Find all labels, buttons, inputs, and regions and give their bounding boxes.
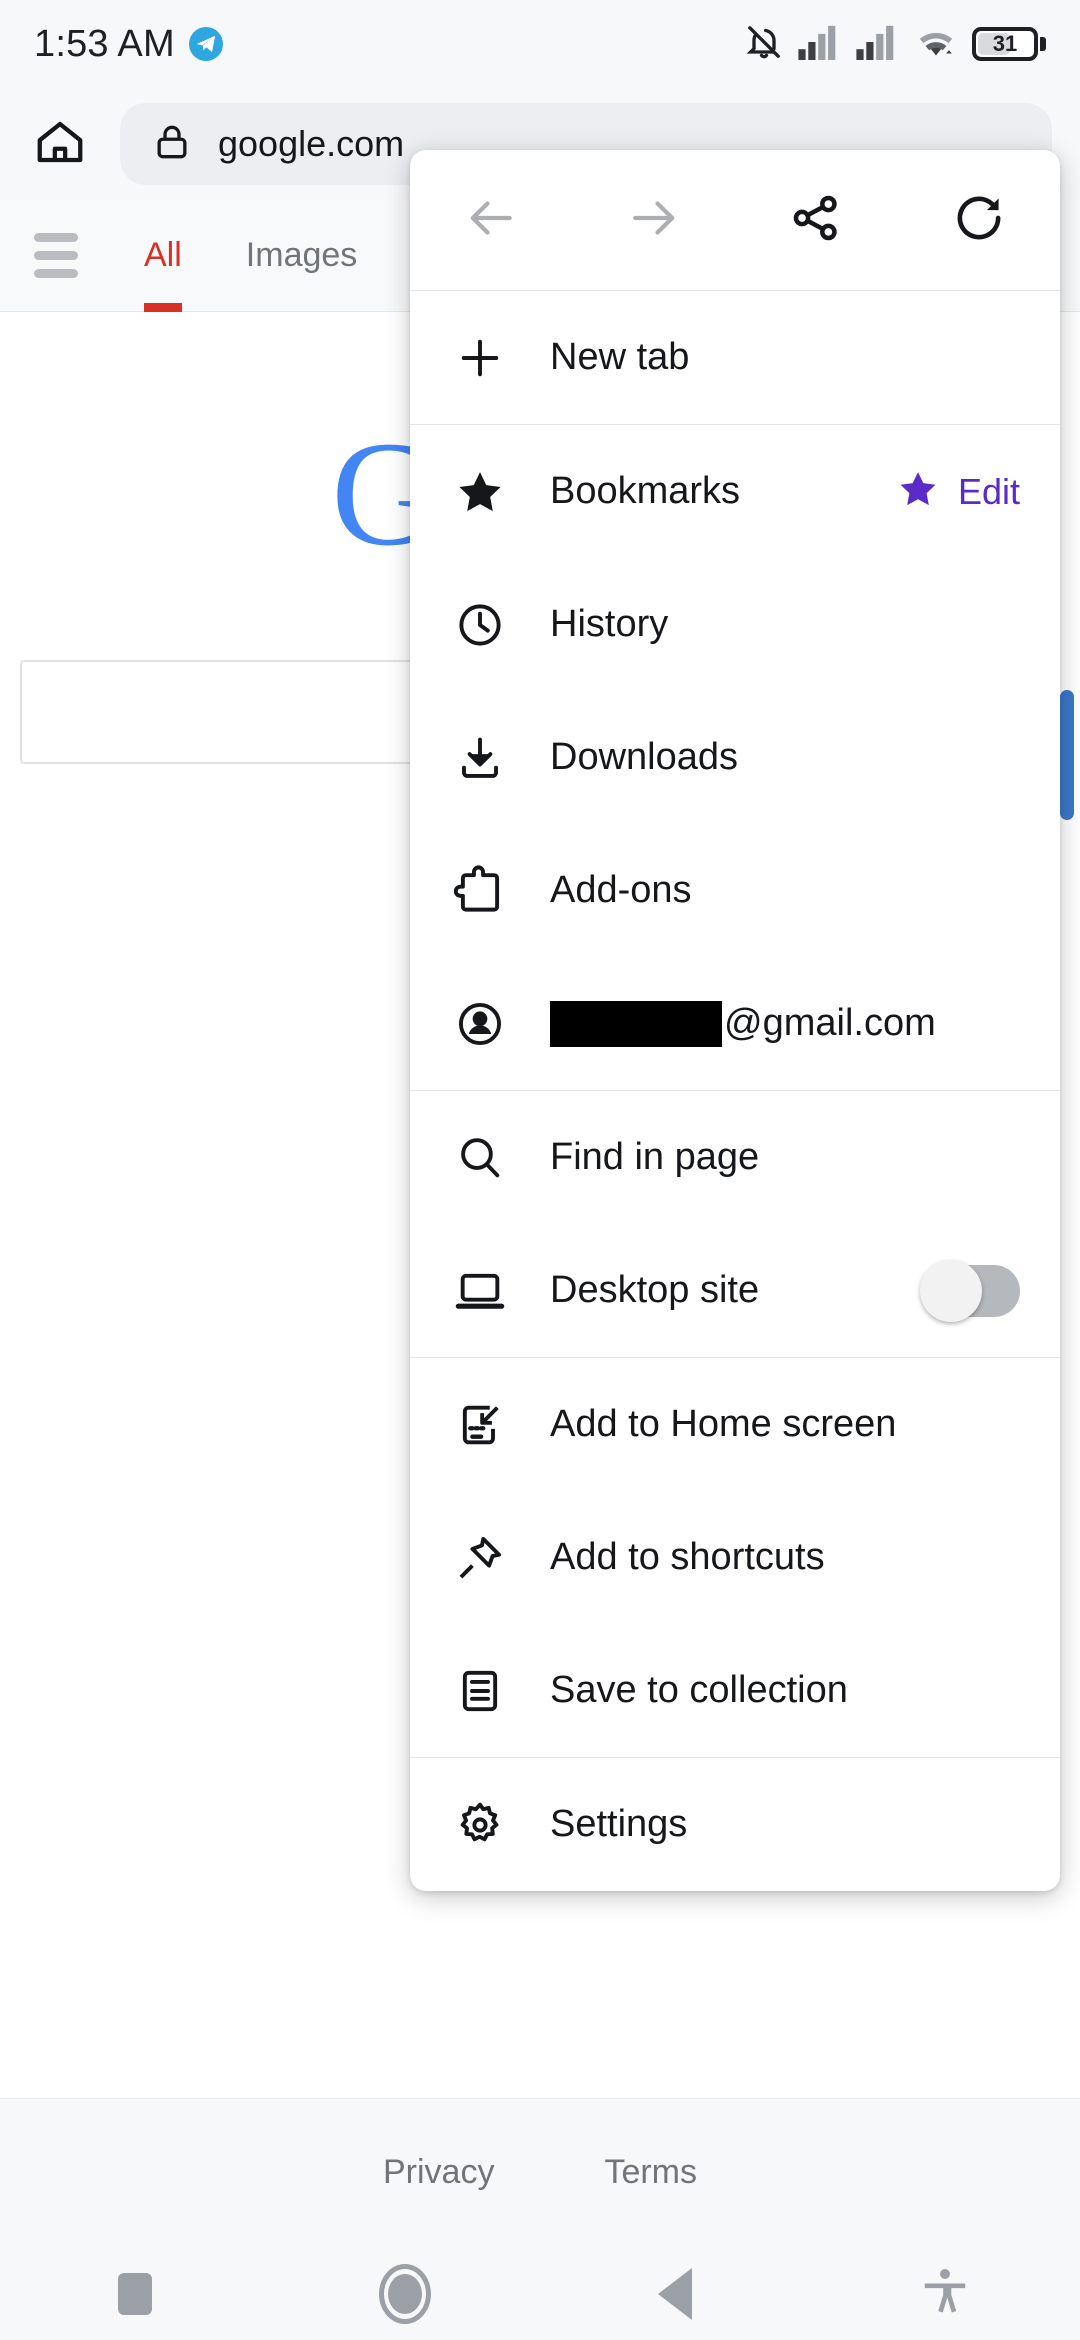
home-nav-button[interactable] [270,2264,540,2324]
menu-item-add-to-shortcuts-label: Add to shortcuts [550,1536,825,1578]
menu-item-desktop-site-label: Desktop site [550,1269,760,1311]
telegram-icon [188,27,223,61]
menu-item-downloads-label: Downloads [550,736,738,778]
menu-item-add-to-shortcuts[interactable]: Add to shortcuts [410,1491,1060,1624]
share-button[interactable] [735,191,898,250]
menu-item-downloads[interactable]: Downloads [410,691,1060,824]
menu-item-add-to-home-screen[interactable]: Add to Home screen [410,1358,1060,1491]
menu-item-account[interactable]: @gmail.com [410,957,1060,1090]
menu-section-library: Bookmarks Edit History Downloads Add-ons… [410,424,1060,1090]
menu-section-new-tab: New tab [410,290,1060,424]
menu-item-addons[interactable]: Add-ons [410,824,1060,957]
menu-item-settings-label: Settings [550,1803,688,1845]
footer-link-terms[interactable]: Terms [604,2153,697,2192]
menu-item-settings[interactable]: Settings [410,1758,1060,1891]
back-triangle-icon [658,2268,692,2320]
share-icon [789,191,843,250]
forward-button[interactable] [573,190,736,251]
battery-level-text: 31 [992,31,1018,56]
tab-images[interactable]: Images [214,200,390,312]
status-bar-right: 31 [744,22,1046,67]
reload-icon [951,190,1007,251]
add-to-home-screen-icon [454,1399,550,1451]
menu-item-add-to-home-screen-label: Add to Home screen [550,1403,897,1445]
menu-item-new-tab[interactable]: New tab [410,291,1060,424]
url-text: google.com [218,123,405,164]
bookmarks-edit-label: Edit [957,470,1020,512]
status-clock: 1:53 AM [34,22,175,65]
back-nav-button[interactable] [540,2268,810,2320]
lock-icon [150,120,194,169]
home-circle-icon [379,2264,431,2324]
signal-bars-icon [856,24,900,65]
desktop-site-toggle[interactable] [920,1259,1020,1322]
download-icon [454,732,550,784]
recents-button[interactable] [0,2273,270,2315]
reload-button[interactable] [898,190,1061,251]
tab-all-label: All [144,236,182,274]
menu-item-desktop-site[interactable]: Desktop site [410,1224,1060,1357]
menu-item-find-in-page[interactable]: Find in page [410,1091,1060,1224]
menu-item-save-to-collection-label: Save to collection [550,1669,848,1711]
clock-icon [454,599,550,651]
accessibility-icon [918,2265,972,2324]
hamburger-menu-icon[interactable] [0,233,112,278]
home-button[interactable] [0,115,120,174]
google-footer: Privacy Terms [0,2098,1080,2248]
search-icon [454,1132,550,1184]
status-bar-left: 1:53 AM [34,23,223,66]
bell-muted-icon [744,22,784,67]
puzzle-piece-icon [454,865,550,917]
signal-bars-icon [798,24,842,65]
menu-section-save: Add to Home screen Add to shortcuts Save… [410,1357,1060,1757]
collection-icon [454,1665,550,1717]
bookmarks-edit-button[interactable]: Edit [896,467,1060,516]
account-email-suffix: @gmail.com [724,1002,936,1044]
home-icon [33,115,87,174]
forward-arrow-icon [626,190,682,251]
account-circle-icon [454,998,550,1050]
star-icon [454,466,550,518]
status-bar: 1:53 AM 31 [0,0,1080,88]
menu-item-bookmarks-label: Bookmarks [550,470,741,512]
footer-link-privacy[interactable]: Privacy [383,2153,494,2192]
redacted-username-bar [550,1000,722,1047]
android-navigation-bar [0,2248,1080,2340]
tab-all[interactable]: All [112,200,214,312]
wifi-icon [914,24,958,65]
menu-navigation-row [410,150,1060,290]
menu-item-addons-label: Add-ons [550,869,692,911]
menu-section-page-tools: Find in page Desktop site [410,1090,1060,1357]
pin-icon [454,1532,550,1584]
menu-item-bookmarks[interactable]: Bookmarks Edit [410,425,1060,558]
back-button[interactable] [410,190,573,251]
page-scrollbar[interactable] [1060,690,1074,820]
menu-section-settings: Settings [410,1757,1060,1891]
battery-icon: 31 [972,27,1046,61]
star-filled-purple-icon [896,467,940,516]
gear-icon [454,1799,550,1851]
laptop-icon [454,1265,550,1317]
menu-item-history[interactable]: History [410,558,1060,691]
plus-icon [454,332,550,384]
recents-square-icon [118,2273,152,2315]
menu-item-account-label: @gmail.com [550,1000,936,1047]
browser-main-menu: New tab Bookmarks Edit History Downloads… [410,150,1060,1891]
menu-item-history-label: History [550,603,669,645]
menu-item-new-tab-label: New tab [550,336,690,378]
tab-images-label: Images [245,236,358,274]
back-arrow-icon [463,190,519,251]
menu-item-find-in-page-label: Find in page [550,1136,760,1178]
toggle-knob [920,1259,982,1322]
menu-item-save-to-collection[interactable]: Save to collection [410,1624,1060,1757]
accessibility-button[interactable] [810,2265,1080,2324]
phone-screen: 1:53 AM 31 google.com All Images G Priva… [0,0,1080,2340]
